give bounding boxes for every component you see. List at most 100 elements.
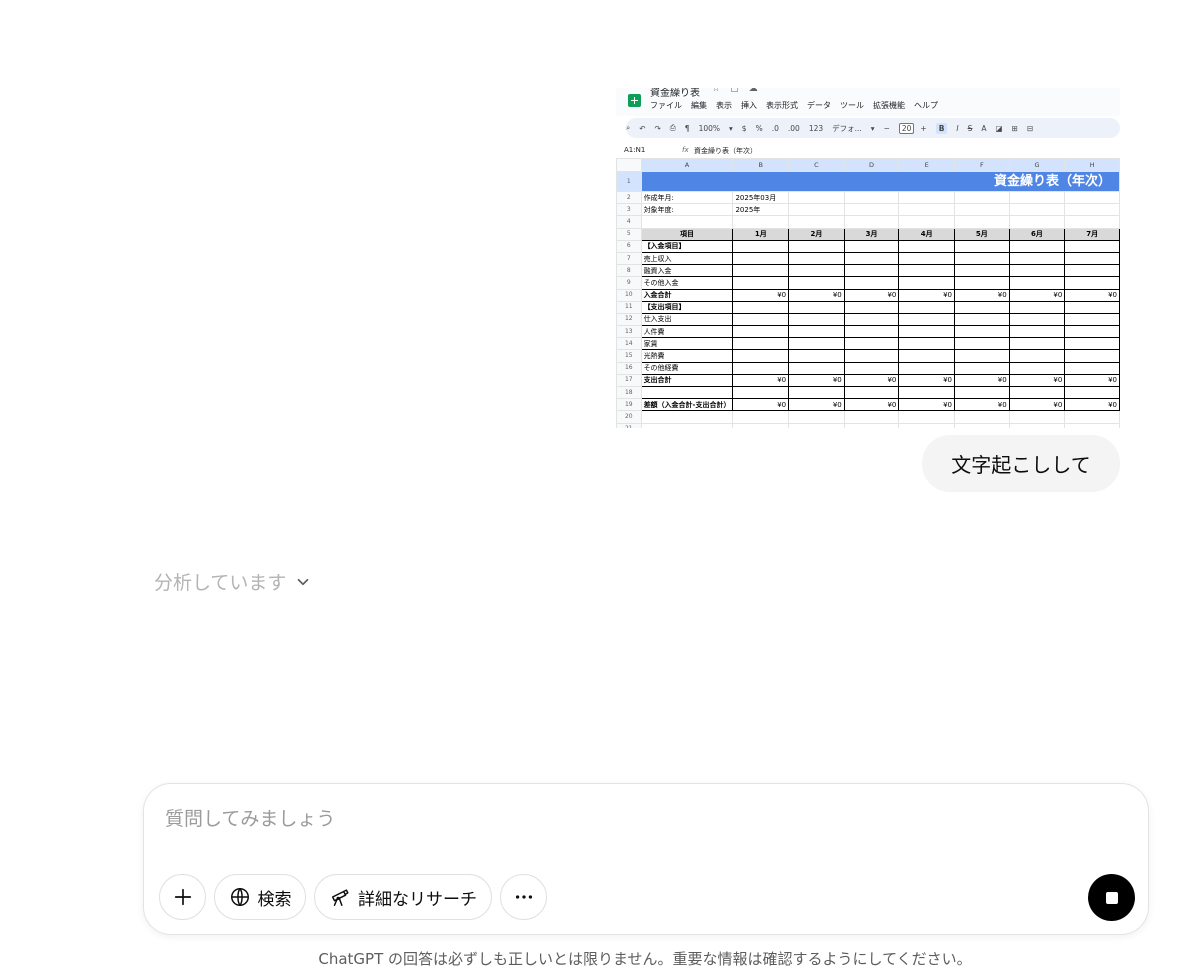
item-label-cell: その他経費: [640, 361, 734, 375]
research-label: 詳細なリサーチ: [358, 889, 477, 910]
search-button[interactable]: 検索: [214, 874, 306, 920]
globe-icon: [230, 888, 249, 906]
column-header: H: [1064, 158, 1120, 172]
menu-item: ファイル: [650, 101, 682, 110]
prompt-input[interactable]: 質問してみましょう: [165, 804, 335, 831]
deep-research-button[interactable]: 詳細なリサーチ: [314, 874, 492, 920]
value-cell: [1064, 361, 1120, 375]
value-cell: [1008, 251, 1066, 266]
italic-button: I: [956, 123, 959, 133]
value-cell: ¥0: [843, 288, 900, 302]
value-cell: [1008, 361, 1066, 375]
value-cell: [1008, 325, 1066, 339]
sheet-cell: [954, 203, 1010, 217]
value-cell: [954, 251, 1010, 266]
plus-icon: +: [920, 123, 927, 133]
value-cell: [788, 337, 845, 351]
row-header: 9: [616, 276, 642, 290]
sheet-cell: [843, 422, 900, 428]
row-header: 13: [616, 325, 642, 339]
sheet-cell: [1008, 203, 1066, 217]
value-cell: ¥0: [898, 398, 956, 412]
value-cell: ¥0: [1064, 288, 1120, 302]
name-box: A1:N1: [624, 146, 646, 154]
value-cell: [1008, 312, 1066, 327]
strikethrough-button: S: [967, 123, 973, 133]
row-header: 14: [616, 337, 642, 351]
value-cell: [843, 312, 900, 327]
currency-format: $: [741, 123, 747, 133]
sheet-cell: [1008, 422, 1066, 428]
item-label-cell: 仕入支出: [640, 312, 734, 327]
row-header: 12: [616, 312, 642, 327]
value-cell: ¥0: [1008, 373, 1066, 388]
value-cell: [788, 312, 845, 327]
row-header: 20: [616, 410, 642, 424]
value-cell: [1064, 349, 1120, 363]
sheet-row: 1 資金繰り表（年次）: [616, 171, 1120, 192]
item-label-cell: 光熱費: [640, 349, 734, 363]
value-cell: [898, 325, 956, 339]
sheet-row: 4: [616, 215, 1120, 229]
sheet-cell: [1064, 410, 1120, 424]
sheet-cell: [954, 410, 1010, 424]
chevron-down-icon: ▾: [729, 123, 733, 133]
value-cell: [843, 239, 900, 253]
add-attachment-button[interactable]: [159, 874, 206, 920]
value-cell: [898, 251, 956, 266]
stop-generating-button[interactable]: [1088, 874, 1135, 921]
sheet-cell: [788, 215, 845, 229]
sheet-cell: [788, 190, 845, 205]
sheet-row: 20: [616, 410, 1120, 424]
value-cell: [954, 312, 1010, 327]
analyzing-status[interactable]: 分析しています: [154, 568, 312, 595]
sheet-row: ABCDEFGH: [616, 158, 1120, 172]
value-cell: ¥0: [1008, 288, 1066, 302]
value-cell: [732, 337, 790, 351]
sheet-row: 19 差額（入金合計-支出合計） ¥0 ¥0 ¥0 ¥0 ¥0 ¥0 ¥0: [616, 398, 1120, 412]
paint-format-icon: ¶: [684, 123, 690, 133]
row-header: 16: [616, 361, 642, 375]
column-header: C: [788, 158, 845, 172]
value-cell: [1064, 337, 1120, 351]
value-cell: [788, 251, 845, 266]
item-label-cell: 家賃: [640, 337, 734, 351]
item-label-cell: その他入金: [640, 276, 734, 290]
sheet-cell: [898, 422, 956, 428]
sheet-row: 14 家賃: [616, 337, 1120, 351]
row-header: 4: [616, 215, 642, 229]
row-header: 11: [616, 300, 642, 314]
message-composer[interactable]: 質問してみましょう 検索 詳細なリサーチ: [143, 783, 1149, 935]
sheet-cell: [843, 203, 900, 217]
chevron-down-icon: [298, 578, 309, 585]
sheet-cell: [954, 422, 1010, 428]
table-header-cell: 2月: [788, 227, 845, 241]
value-cell: ¥0: [788, 398, 845, 412]
value-cell: ¥0: [843, 398, 900, 412]
sheet-cell: [788, 422, 845, 428]
value-cell: [732, 239, 790, 253]
disclaimer: ChatGPT の回答は必ずしも正しいとは限りません。重要な情報は確認するように…: [318, 950, 972, 968]
sheet-cell: 2025年: [732, 203, 790, 217]
value-cell: [898, 300, 956, 314]
undo-icon: ↶: [639, 123, 646, 133]
sheet-row: 6 【入金項目】: [616, 239, 1120, 253]
attached-spreadsheet-image[interactable]: 資金繰り表 ☆▢☁ ファイル 編集 表示 挿入 表示形式 データ ツール 拡張機能 ヘルプ ⌕ …: [616, 88, 1120, 428]
sheet-cell: [1008, 190, 1066, 205]
value-cell: [954, 276, 1010, 290]
more-tools-button[interactable]: [500, 874, 547, 920]
sheet-cell: [898, 203, 956, 217]
sheet-cell: [1008, 410, 1066, 424]
sheet-cell: [640, 422, 734, 428]
row-header: 5: [616, 227, 642, 241]
sheet-cell: [843, 190, 900, 205]
stop-icon: [1105, 891, 1118, 904]
sheet-cell: [788, 410, 845, 424]
borders-icon: ⊞: [1011, 123, 1018, 133]
sheet-cell: [898, 190, 956, 205]
value-cell: [954, 337, 1010, 351]
value-cell: [954, 361, 1010, 375]
sheet-cell: [898, 215, 956, 229]
font-select: デフォ...: [832, 123, 862, 133]
sheet-row: 7 売上収入: [616, 251, 1120, 266]
